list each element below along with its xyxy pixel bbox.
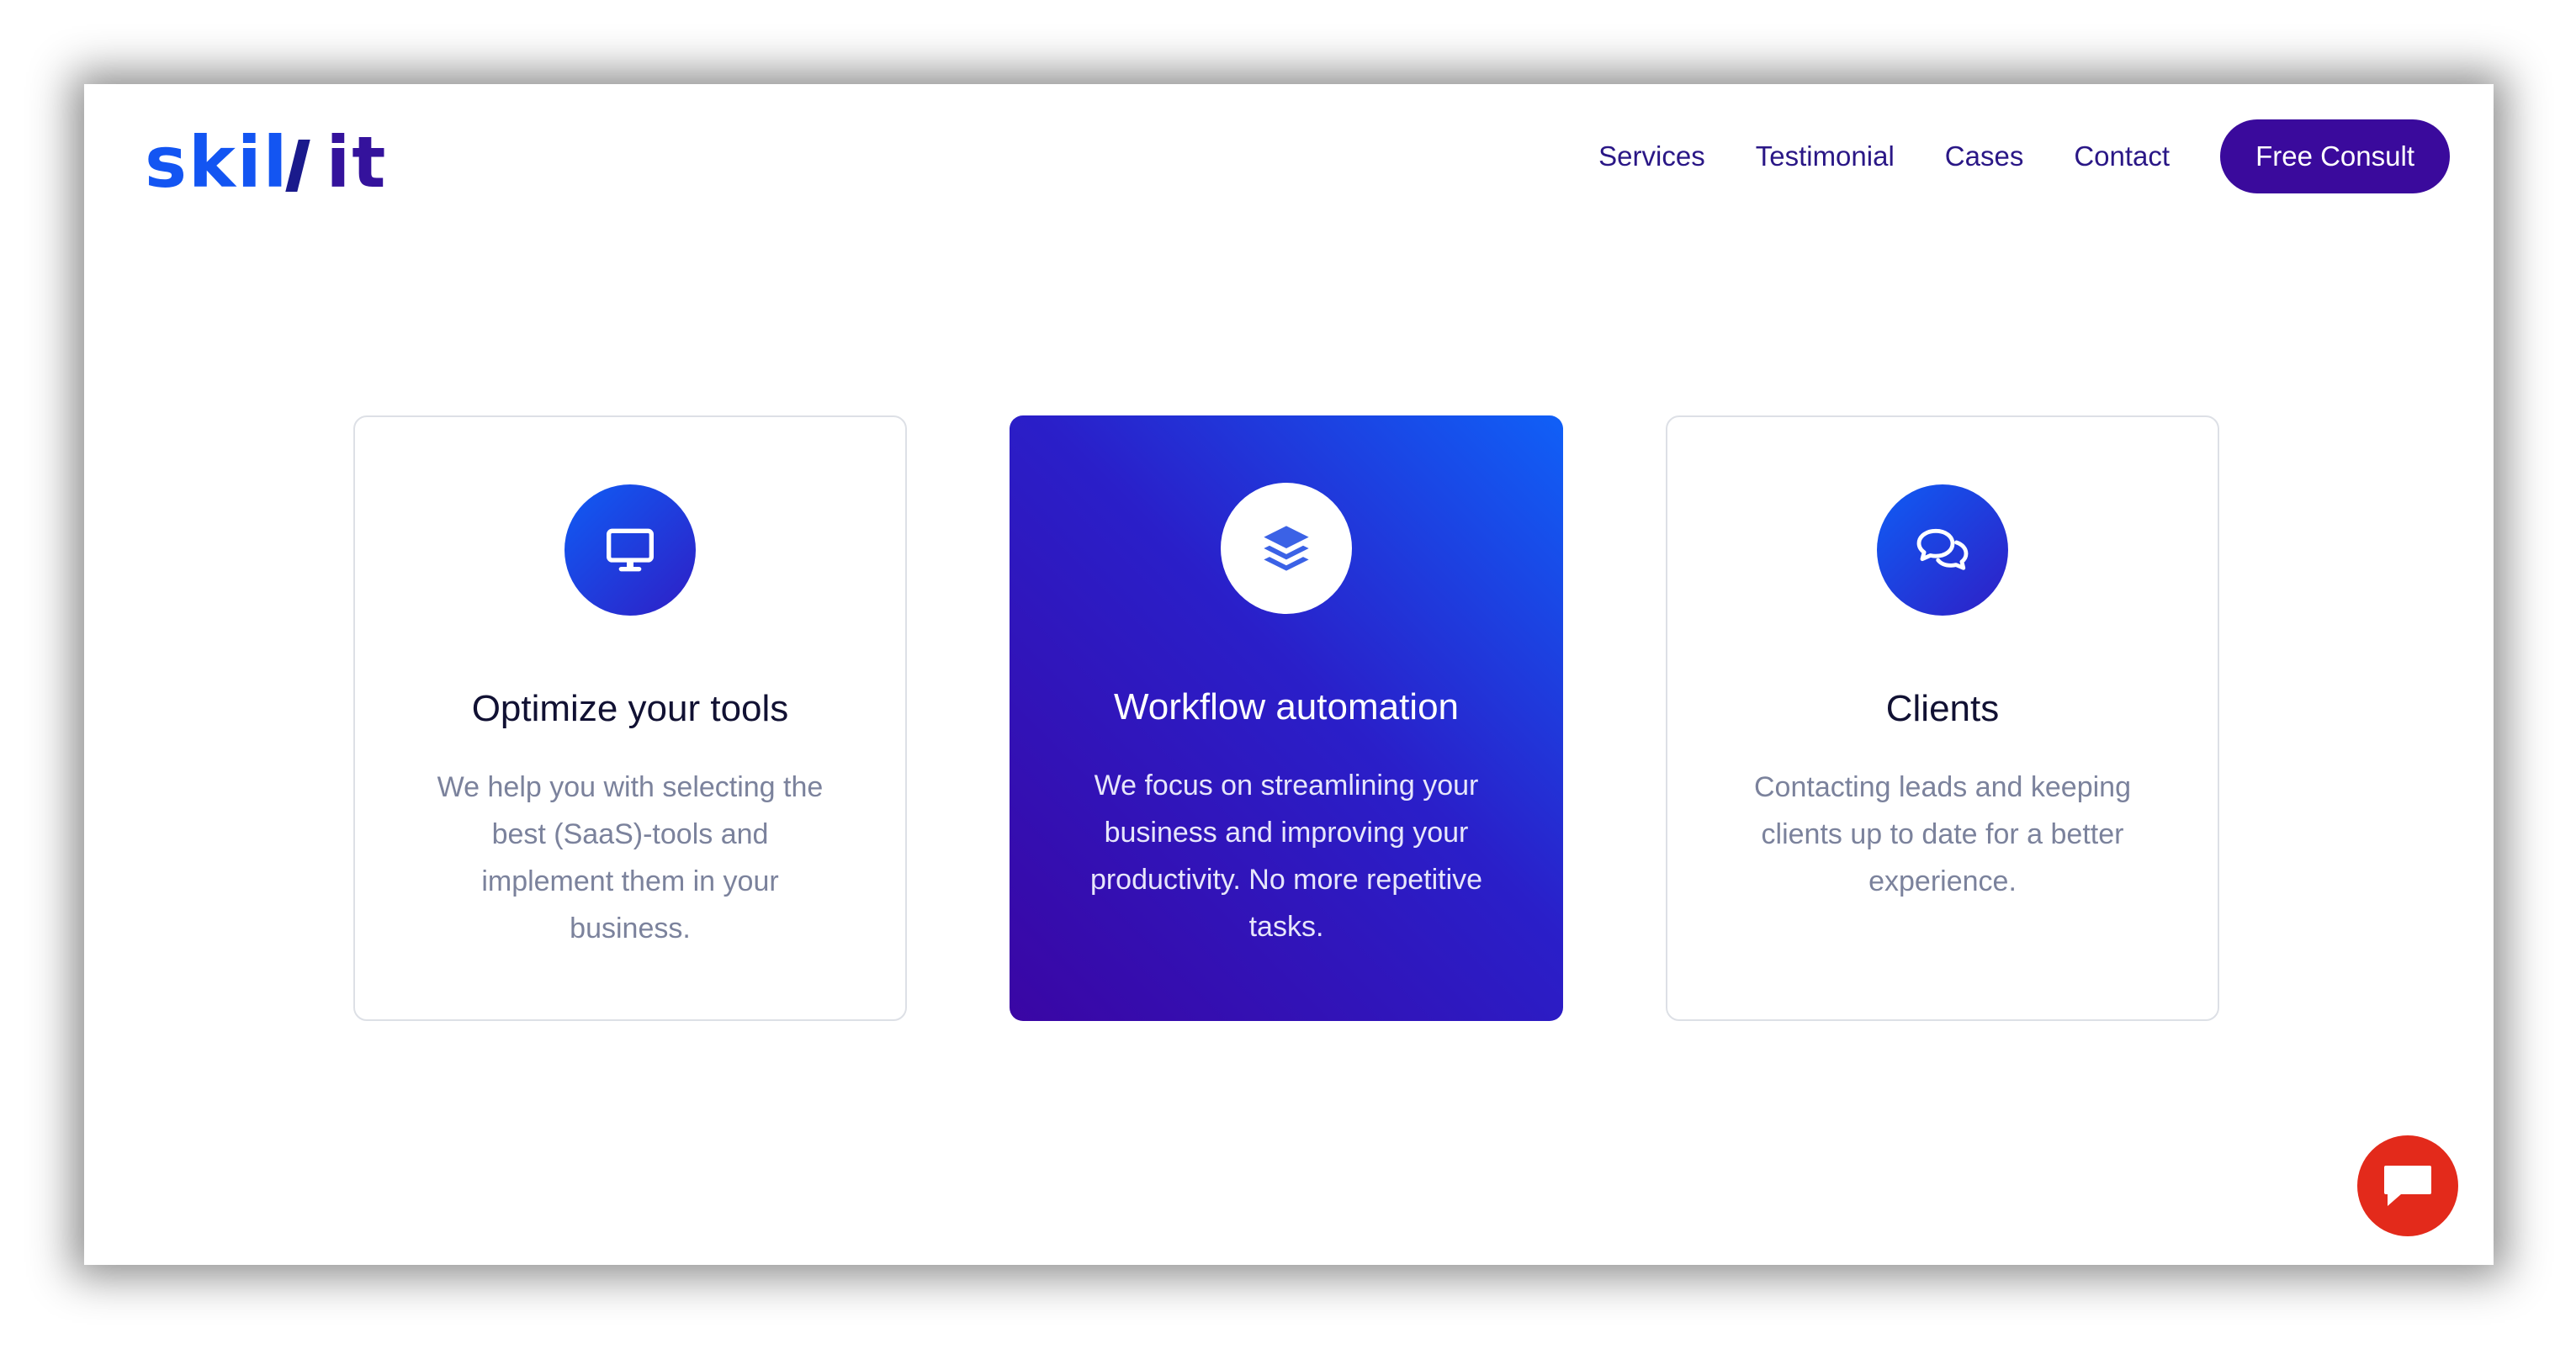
layers-icon [1264, 526, 1309, 571]
browser-viewport: skil it Services Testimonial Cases Conta… [0, 0, 2576, 1349]
page-window: skil it Services Testimonial Cases Conta… [84, 84, 2494, 1265]
card-icon-badge [564, 484, 696, 616]
card-description: We focus on streamlining your business a… [1089, 770, 1483, 943]
chat-icon [2384, 1166, 2431, 1206]
site-logo[interactable]: skil it [145, 116, 387, 209]
free-consult-button[interactable]: Free Consult [2220, 119, 2450, 193]
logo-text-primary: skil [145, 121, 289, 204]
nav-link-services[interactable]: Services [1598, 140, 1705, 172]
card-description: Contacting leads and keeping clients up … [1754, 771, 2131, 897]
logo-cursor-mark [285, 140, 311, 192]
nav-link-cases[interactable]: Cases [1945, 140, 2024, 172]
card-title: Workflow automation [1113, 686, 1460, 727]
card-icon-badge [1877, 484, 2008, 616]
card-description: We help you with selecting the best (Saa… [437, 771, 824, 944]
nav-link-contact[interactable]: Contact [2074, 140, 2170, 172]
card-title: Clients [1885, 688, 2000, 729]
card-title: Optimize your tools [471, 688, 789, 729]
live-chat-button[interactable] [2357, 1135, 2458, 1236]
monitor-icon [607, 528, 654, 572]
chat-bubbles-icon [1916, 528, 1969, 570]
logo-text-secondary: it [326, 121, 388, 204]
nav-link-testimonial[interactable]: Testimonial [1756, 140, 1895, 172]
service-card-clients[interactable]: Clients Contacting leads and keeping cli… [1666, 415, 2219, 1021]
main-navigation: Services Testimonial Cases Contact Free … [1598, 119, 2450, 193]
service-card-workflow-automation[interactable]: Workflow automation We focus on streamli… [1010, 415, 1563, 1021]
card-icon-badge [1221, 483, 1352, 614]
service-card-optimize-tools[interactable]: Optimize your tools We help you with sel… [353, 415, 907, 1021]
